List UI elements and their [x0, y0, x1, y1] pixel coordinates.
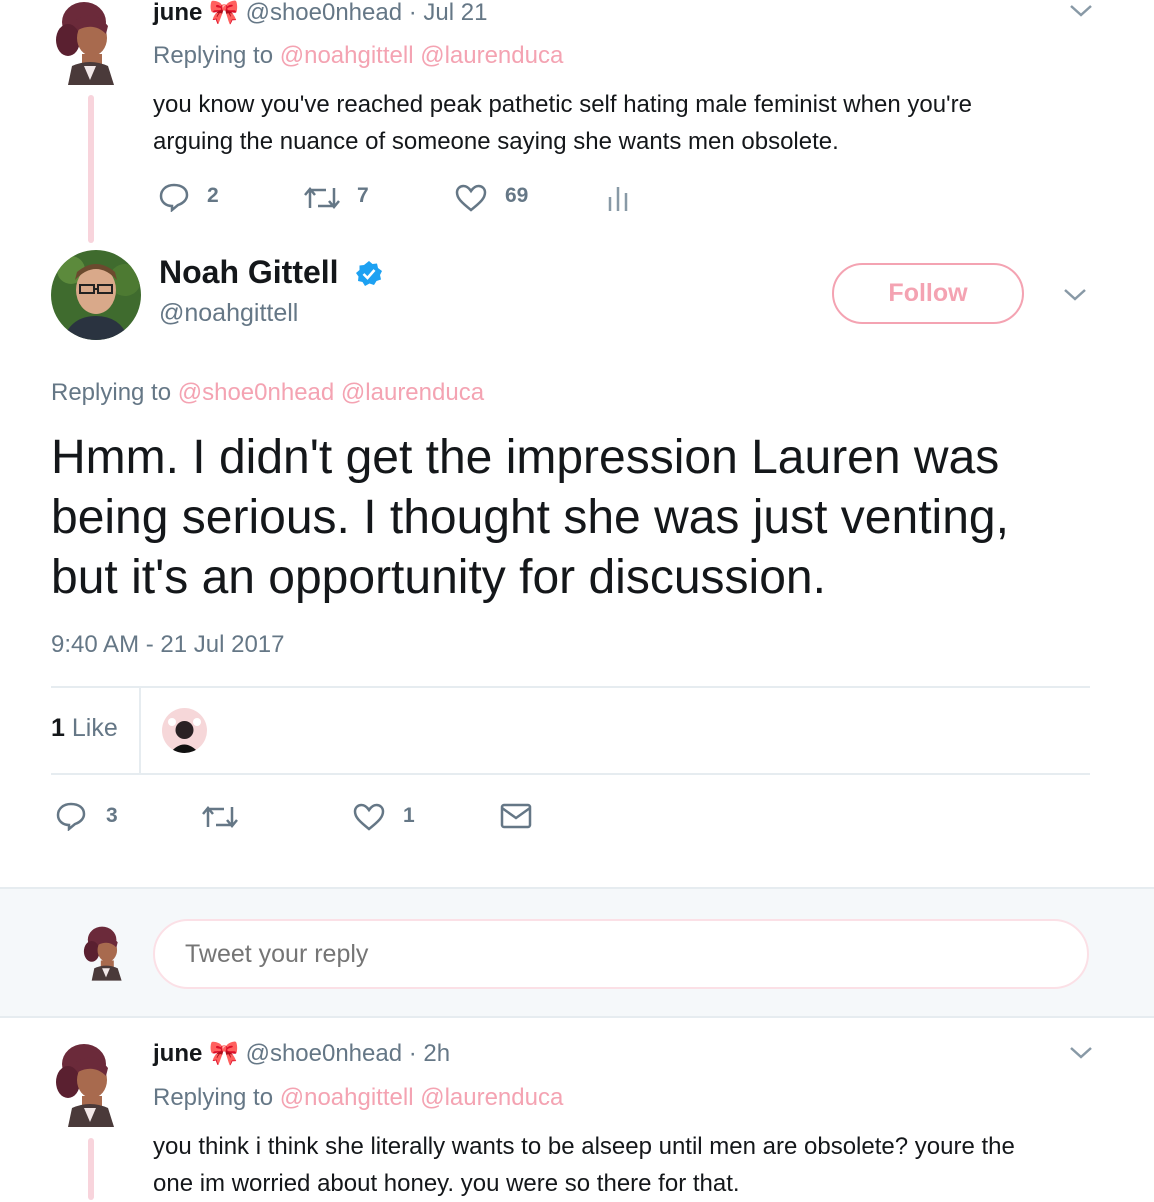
- retweet-icon[interactable]: [302, 184, 342, 217]
- mention-link[interactable]: @noahgittell: [280, 1084, 414, 1111]
- like-count: 69: [505, 184, 529, 207]
- chevron-down-icon[interactable]: [1062, 286, 1088, 309]
- analytics-icon[interactable]: [606, 183, 630, 218]
- avatar-june[interactable]: [50, 0, 130, 85]
- retweet-count: 7: [357, 184, 369, 207]
- reply-count: 3: [106, 804, 118, 827]
- like-total: 1: [51, 714, 65, 742]
- author-handle[interactable]: @shoe0nhead: [246, 0, 403, 26]
- thread-line: [88, 1138, 94, 1200]
- replying-to: Replying to @noahgittell @laurenduca: [153, 42, 563, 70]
- reply-input[interactable]: [153, 919, 1089, 989]
- like-label: Like: [71, 714, 118, 742]
- like-count: 1: [403, 804, 415, 827]
- replying-to: Replying to @noahgittell @laurenduca: [153, 1084, 563, 1112]
- reply-icon[interactable]: [55, 801, 87, 836]
- replying-label: Replying to: [51, 379, 172, 406]
- tweet-timestamp[interactable]: 9:40 AM - 21 Jul 2017: [51, 631, 284, 659]
- bow-icon: 🎀: [209, 1040, 239, 1067]
- mention-link[interactable]: @laurenduca: [420, 1084, 563, 1111]
- tweet-text-line: but it's an opportunity for discussion.: [51, 551, 826, 604]
- likes-summary[interactable]: 1 Like: [51, 714, 118, 743]
- divider: [51, 773, 1090, 775]
- tweet-text-line: arguing the nuance of someone saying she…: [153, 128, 839, 155]
- verified-badge-icon: [355, 260, 383, 293]
- liker-avatar[interactable]: [162, 708, 207, 753]
- tweet-text-line: you think i think she literally wants to…: [153, 1133, 1015, 1160]
- avatar-noah[interactable]: [51, 250, 141, 340]
- mention-link[interactable]: @laurenduca: [341, 379, 484, 406]
- like-icon[interactable]: [352, 802, 386, 837]
- author-name[interactable]: june: [153, 1040, 202, 1067]
- vertical-divider: [139, 688, 141, 774]
- avatar-june[interactable]: [50, 1042, 130, 1127]
- tweet-header: june 🎀 @shoe0nhead · 2h: [153, 1039, 450, 1068]
- author-handle[interactable]: @shoe0nhead: [246, 1040, 403, 1067]
- tweet-time[interactable]: · 2h: [409, 1040, 450, 1067]
- avatar-self: [80, 925, 132, 981]
- author-name[interactable]: june: [153, 0, 202, 26]
- chevron-down-icon[interactable]: [1068, 2, 1094, 25]
- tweet-text-line: one im worried about honey. you were so …: [153, 1170, 740, 1197]
- like-icon[interactable]: [454, 183, 488, 218]
- replying-label: Replying to: [153, 42, 274, 69]
- mention-link[interactable]: @noahgittell: [280, 42, 414, 69]
- mention-link[interactable]: @shoe0nhead: [178, 379, 335, 406]
- follow-label: Follow: [888, 279, 968, 307]
- tweet-text-line: being serious. I thought she was just ve…: [51, 491, 1009, 544]
- author-name[interactable]: Noah Gittell: [159, 254, 339, 291]
- chevron-down-icon[interactable]: [1068, 1044, 1094, 1067]
- tweet-text-line: you know you've reached peak pathetic se…: [153, 91, 972, 118]
- tweet-header: june 🎀 @shoe0nhead · Jul 21: [153, 0, 487, 27]
- replying-label: Replying to: [153, 1084, 274, 1111]
- tweet-text: you think i think she literally wants to…: [153, 1128, 1015, 1202]
- retweet-icon[interactable]: [200, 803, 240, 836]
- replying-to: Replying to @shoe0nhead @laurenduca: [51, 379, 484, 407]
- tweet-text: you know you've reached peak pathetic se…: [153, 86, 972, 160]
- mail-icon[interactable]: [500, 802, 532, 835]
- reply-count: 2: [207, 184, 219, 207]
- author-handle[interactable]: @noahgittell: [159, 299, 298, 328]
- reply-icon[interactable]: [158, 182, 190, 217]
- thread-line: [88, 95, 94, 243]
- bow-icon: 🎀: [209, 0, 239, 26]
- reply-compose-area: [0, 887, 1154, 1018]
- tweet-text-line: Hmm. I didn't get the impression Lauren …: [51, 431, 1000, 484]
- follow-button[interactable]: Follow: [832, 263, 1024, 324]
- tweet-text: Hmm. I didn't get the impression Lauren …: [51, 428, 1009, 608]
- tweet-time[interactable]: · Jul 21: [409, 0, 488, 26]
- divider: [51, 686, 1090, 688]
- mention-link[interactable]: @laurenduca: [420, 42, 563, 69]
